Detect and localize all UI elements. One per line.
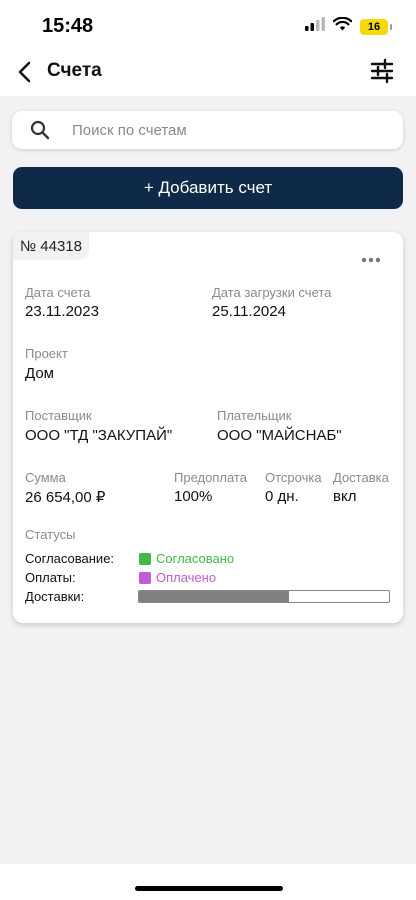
supplier-label: Поставщик (25, 408, 92, 423)
approval-status-label: Согласование: (25, 551, 115, 566)
search-input[interactable] (72, 111, 392, 149)
wifi-icon (332, 16, 353, 36)
delivery-value: вкл (333, 488, 357, 505)
invoice-number: № 44318 (13, 232, 89, 260)
status-icons: 16 (305, 16, 392, 36)
sum-label: Сумма (25, 470, 66, 485)
statuses-label: Статусы (25, 527, 76, 542)
payment-status-label: Оплаты: (25, 570, 76, 585)
deliveries-progress-fill (139, 591, 289, 602)
sliders-icon (370, 58, 394, 84)
status-bar: 15:48 16 (0, 0, 416, 50)
nav-bar: Счета (0, 50, 416, 96)
more-options-button[interactable] (361, 252, 381, 263)
invoice-card[interactable]: № 44318 Дата счета 23.11.2023 Дата загру… (13, 232, 403, 623)
search-icon (30, 120, 50, 140)
deferral-label: Отсрочка (265, 470, 322, 485)
deferral-value: 0 дн. (265, 488, 299, 505)
project-label: Проект (25, 346, 68, 361)
payer-value: ООО "МАЙСНАБ" (217, 427, 342, 444)
filter-button[interactable] (368, 57, 396, 85)
main-content: + Добавить счет № 44318 Дата счета 23.11… (0, 96, 416, 864)
invoice-date-label: Дата счета (25, 285, 91, 300)
add-invoice-button[interactable]: + Добавить счет (13, 167, 403, 209)
deliveries-progress-bar (138, 590, 390, 603)
page-title: Счета (47, 60, 102, 81)
battery-level: 16 (367, 20, 381, 33)
project-value: Дом (25, 365, 54, 382)
bottom-bar (0, 864, 416, 900)
invoice-date-value: 23.11.2023 (25, 303, 99, 320)
more-dots-icon (361, 257, 381, 263)
status-time: 15:48 (42, 15, 94, 37)
prepayment-value: 100% (174, 488, 213, 505)
battery-icon: 16 (360, 18, 392, 35)
payment-status: Оплачено (139, 570, 216, 585)
upload-date-label: Дата загрузки счета (212, 285, 332, 300)
search-bar[interactable] (12, 111, 403, 149)
approval-status-square-icon (139, 552, 151, 565)
chevron-left-icon (18, 61, 31, 83)
approval-status: Согласовано (139, 551, 234, 566)
prepayment-label: Предоплата (174, 470, 247, 485)
deliveries-status-label: Доставки: (25, 589, 85, 604)
back-button[interactable] (12, 58, 40, 86)
payment-status-text: Оплачено (156, 570, 217, 585)
signal-icon (305, 17, 325, 36)
approval-status-text: Согласовано (156, 551, 235, 566)
home-indicator[interactable] (135, 886, 283, 891)
payer-label: Плательщик (217, 408, 292, 423)
supplier-value: ООО "ТД "ЗАКУПАЙ" (25, 427, 173, 444)
sum-value: 26 654,00 ₽ (25, 489, 106, 506)
delivery-label: Доставка (333, 470, 389, 485)
upload-date-value: 25.11.2024 (212, 303, 286, 320)
payment-status-square-icon (139, 571, 151, 584)
